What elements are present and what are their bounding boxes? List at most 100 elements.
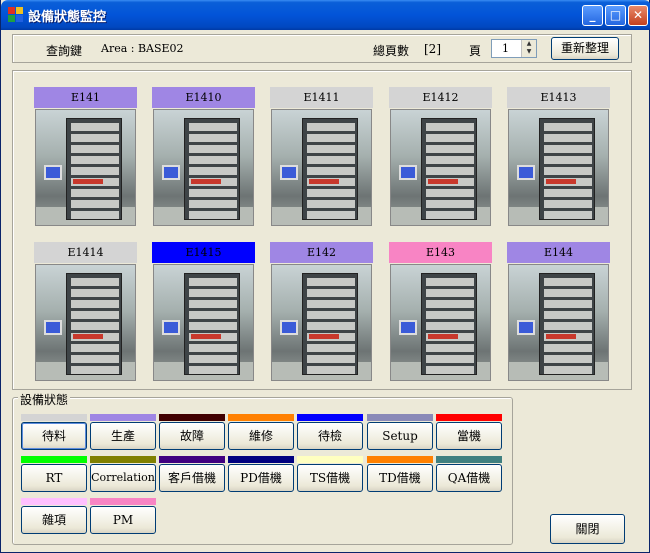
legend-item[interactable]: QA借機	[436, 456, 502, 494]
legend-button[interactable]: 維修	[228, 422, 294, 450]
legend-item[interactable]: Setup	[367, 414, 433, 452]
equipment-label[interactable]: E1414	[34, 242, 137, 263]
page-stepper-value[interactable]: 1	[502, 42, 509, 55]
equipment-photo[interactable]	[271, 109, 372, 226]
legend-item[interactable]: 待料	[21, 414, 87, 452]
equipment-tile[interactable]: E1410	[152, 87, 255, 228]
page-stepper[interactable]: 1 ▲ ▼	[491, 39, 537, 58]
legend-button[interactable]: RT	[21, 464, 87, 492]
legend-swatch	[90, 498, 156, 505]
legend-swatch	[436, 414, 502, 421]
main-window: 設備狀態監控 _ □ ✕ 查詢鍵 Area : BASE02 總頁數 [2] 頁…	[0, 0, 650, 553]
legend-button[interactable]: 待檢	[297, 422, 363, 450]
equipment-label[interactable]: E1410	[152, 87, 255, 108]
maximize-button[interactable]: □	[605, 5, 626, 26]
equipment-label[interactable]: E142	[270, 242, 373, 263]
total-pages-label: 總頁數	[373, 44, 410, 58]
legend-item[interactable]: 維修	[228, 414, 294, 452]
legend-swatch	[367, 414, 433, 421]
equipment-label[interactable]: E1415	[152, 242, 255, 263]
query-label: 查詢鍵	[46, 44, 83, 58]
minimize-button[interactable]: _	[582, 5, 603, 26]
legend-button[interactable]: 雜項	[21, 506, 87, 534]
equipment-tile[interactable]: E1414	[34, 242, 137, 383]
equipment-photo[interactable]	[153, 264, 254, 381]
legend-swatch	[21, 414, 87, 421]
refresh-button[interactable]: 重新整理	[551, 37, 619, 60]
maximize-icon: □	[609, 8, 622, 22]
equipment-photo[interactable]	[508, 109, 609, 226]
legend-item[interactable]: PD借機	[228, 456, 294, 494]
legend-swatch	[297, 456, 363, 463]
legend-button[interactable]: QA借機	[436, 464, 502, 492]
equipment-tile[interactable]: E142	[270, 242, 373, 383]
equipment-tile[interactable]: E1411	[270, 87, 373, 228]
equipment-label[interactable]: E1413	[507, 87, 610, 108]
legend-swatch	[367, 456, 433, 463]
equipment-tile[interactable]: E144	[507, 242, 610, 383]
equipment-photo[interactable]	[153, 109, 254, 226]
legend-button[interactable]: TD借機	[367, 464, 433, 492]
legend-swatch	[90, 456, 156, 463]
equipment-label[interactable]: E141	[34, 87, 137, 108]
legend-button[interactable]: PM	[90, 506, 156, 534]
equipment-photo[interactable]	[390, 109, 491, 226]
close-button[interactable]: 關閉	[550, 514, 625, 544]
equipment-tile[interactable]: E1412	[389, 87, 492, 228]
close-window-button[interactable]: ✕	[628, 5, 648, 26]
legend-item[interactable]: 當機	[436, 414, 502, 452]
legend-button[interactable]: TS借機	[297, 464, 363, 492]
legend-button[interactable]: 待料	[21, 422, 87, 450]
legend-button[interactable]: 當機	[436, 422, 502, 450]
legend-button[interactable]: 客戶借機	[159, 464, 225, 492]
legend-swatch	[228, 456, 294, 463]
page-stepper-arrows[interactable]: ▲ ▼	[521, 40, 536, 57]
equipment-photo[interactable]	[508, 264, 609, 381]
legend-swatch	[297, 414, 363, 421]
legend-swatch	[159, 456, 225, 463]
page-label: 頁	[469, 44, 482, 58]
title-bar[interactable]: 設備狀態監控 _ □ ✕	[1, 0, 650, 30]
legend-item[interactable]: 雜項	[21, 498, 87, 536]
equipment-tile[interactable]: E143	[389, 242, 492, 383]
legend-button[interactable]: Correlation	[90, 464, 156, 492]
legend-swatch	[436, 456, 502, 463]
legend-button[interactable]: Setup	[367, 422, 433, 450]
equipment-photo[interactable]	[35, 264, 136, 381]
legend-item[interactable]: 故障	[159, 414, 225, 452]
equipment-tile[interactable]: E141	[34, 87, 137, 228]
equipment-photo[interactable]	[271, 264, 372, 381]
equipment-photo[interactable]	[35, 109, 136, 226]
legend-item[interactable]: 生產	[90, 414, 156, 452]
legend-item[interactable]: PM	[90, 498, 156, 536]
minimize-icon: _	[589, 8, 596, 22]
equipment-grid: E141 E1410 E1411 E1412 E1413 E1414 E1415 E142 E1…	[12, 70, 632, 390]
equipment-tile[interactable]: E1415	[152, 242, 255, 383]
total-pages-value: [2]	[424, 42, 441, 56]
legend-item[interactable]: RT	[21, 456, 87, 494]
equipment-label[interactable]: E1411	[270, 87, 373, 108]
legend-button[interactable]: PD借機	[228, 464, 294, 492]
equipment-label[interactable]: E144	[507, 242, 610, 263]
legend-item[interactable]: TD借機	[367, 456, 433, 494]
legend-item[interactable]: 客戶借機	[159, 456, 225, 494]
stepper-up-icon[interactable]: ▲	[522, 40, 536, 48]
legend-button[interactable]: 生產	[90, 422, 156, 450]
equipment-tile[interactable]: E1413	[507, 87, 610, 228]
legend-item[interactable]: TS借機	[297, 456, 363, 494]
legend-swatch	[21, 498, 87, 505]
legend-swatch	[228, 414, 294, 421]
equipment-label[interactable]: E143	[389, 242, 492, 263]
equipment-label[interactable]: E1412	[389, 87, 492, 108]
legend-button[interactable]: 故障	[159, 422, 225, 450]
area-label: Area : BASE02	[101, 42, 184, 55]
legend-item[interactable]: 待檢	[297, 414, 363, 452]
equipment-photo[interactable]	[390, 264, 491, 381]
app-icon	[8, 7, 24, 23]
legend-swatch	[21, 456, 87, 463]
legend-swatch	[90, 414, 156, 421]
close-icon: ✕	[632, 8, 644, 22]
legend-item[interactable]: Correlation	[90, 456, 156, 494]
stepper-down-icon[interactable]: ▼	[522, 48, 536, 56]
window-title: 設備狀態監控	[28, 10, 107, 25]
